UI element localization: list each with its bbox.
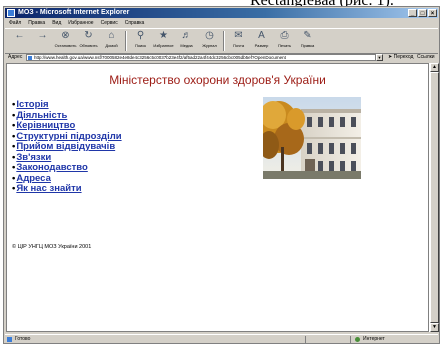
nav-link-legislation[interactable]: Законодавство [16, 162, 87, 173]
nav-link-directions[interactable]: Як нас знайти [16, 183, 81, 194]
nav-item-directions: •Як нас знайти [12, 183, 82, 194]
close-button[interactable]: × [428, 9, 437, 17]
toolbar-separator [125, 31, 127, 51]
mail-icon: ✉ [234, 30, 243, 41]
nav-link-reception[interactable]: Прийом відвідувачів [16, 141, 115, 152]
size-button[interactable]: A Размер [250, 29, 273, 53]
nav-link-activity[interactable]: Діяльність [16, 110, 67, 121]
home-icon: ⌂ [108, 30, 115, 41]
go-button[interactable]: ➤ Переход [388, 53, 413, 62]
media-icon: ♬ [181, 30, 192, 41]
status-divider [350, 336, 351, 343]
status-bar: Готово Интернет [5, 334, 438, 344]
status-text: Готово [15, 336, 31, 342]
print-button[interactable]: ⎙ Печать [273, 29, 296, 53]
edit-button[interactable]: ✎ Правка [296, 29, 319, 53]
favorites-button[interactable]: ★ Избранное [152, 29, 175, 53]
done-page-icon [7, 337, 12, 342]
nav-link-leadership[interactable]: Керівництво [16, 120, 75, 131]
scroll-up-icon[interactable]: ▲ [430, 63, 439, 72]
text-size-icon: A [258, 30, 265, 41]
page-content: Міністерство охорони здоров'я України •І… [6, 63, 429, 332]
mail-label: Почта [232, 43, 245, 48]
edit-icon: ✎ [303, 30, 312, 41]
home-button[interactable]: ⌂ Домой [100, 29, 123, 53]
title-bar: МОЗ - Microsoft Internet Explorer _ □ × [5, 8, 438, 18]
edit-label: Правка [300, 43, 315, 48]
toolbar: ← → ⊗ Остановить ↻ Обновить ⌂ Домой ⚲ По… [5, 28, 438, 54]
scroll-down-icon[interactable]: ▼ [430, 323, 439, 332]
history-label: Журнал [202, 43, 217, 48]
ie-icon [7, 9, 15, 17]
menu-edit[interactable]: Правка [28, 19, 45, 27]
status-divider [305, 336, 306, 343]
toolbar-separator [223, 31, 225, 51]
history-button[interactable]: ◷ Журнал [198, 29, 221, 53]
window-title: МОЗ - Microsoft Internet Explorer [18, 9, 130, 16]
home-label: Домой [105, 43, 118, 48]
address-url: http://www.health.gov.ua/www.nsf/7000582… [34, 55, 286, 60]
stop-label: Остановить [54, 43, 77, 48]
back-button[interactable]: ← [8, 29, 31, 53]
search-icon: ⚲ [136, 30, 145, 41]
menu-help[interactable]: Справка [125, 19, 145, 27]
menu-view[interactable]: Вид [52, 19, 61, 27]
maximize-button[interactable]: □ [418, 9, 427, 17]
favorites-label: Избранное [153, 43, 174, 48]
media-label: Медиа [180, 43, 193, 48]
menu-favorites[interactable]: Избранное [68, 19, 93, 27]
forward-button[interactable]: → [31, 29, 54, 53]
links-button[interactable]: Ссылки [417, 53, 435, 62]
zone-text: Интернет [363, 336, 385, 342]
print-icon: ⎙ [280, 30, 289, 41]
address-dropdown-icon[interactable]: ▼ [376, 54, 383, 61]
stop-button[interactable]: ⊗ Остановить [54, 29, 77, 53]
browser-window: МОЗ - Microsoft Internet Explorer _ □ × … [3, 6, 440, 344]
menu-bar: Файл Правка Вид Избранное Сервис Справка [5, 19, 438, 27]
building-photo [263, 97, 361, 179]
mail-button[interactable]: ✉ Почта [227, 29, 250, 53]
address-input[interactable]: http://www.health.gov.ua/www.nsf/7000582… [26, 54, 376, 61]
nav-link-divisions[interactable]: Структурні підрозділи [16, 131, 121, 142]
minimize-button[interactable]: _ [408, 9, 417, 17]
search-label: Поиск [134, 43, 147, 48]
refresh-label: Обновить [79, 43, 98, 48]
menu-tools[interactable]: Сервис [101, 19, 118, 27]
print-label: Печать [277, 43, 292, 48]
forward-arrow-icon: → [37, 30, 48, 41]
stop-icon: ⊗ [61, 30, 70, 41]
favorites-icon: ★ [159, 30, 168, 41]
nav-link-address[interactable]: Адреса [16, 173, 51, 184]
nav-link-contacts[interactable]: Зв'язки [16, 152, 51, 163]
address-label: Адрес [8, 54, 23, 60]
menu-file[interactable]: Файл [9, 19, 21, 27]
nav-link-history[interactable]: Історія [16, 99, 48, 110]
media-button[interactable]: ♬ Медиа [175, 29, 198, 53]
internet-zone-icon [355, 337, 360, 342]
scroll-thumb[interactable] [430, 72, 439, 323]
refresh-icon: ↻ [84, 30, 93, 41]
history-icon: ◷ [205, 30, 214, 41]
size-label: Размер [254, 43, 269, 48]
site-nav: •Історія •Діяльність •Керівництво •Струк… [12, 99, 122, 195]
refresh-button[interactable]: ↻ Обновить [77, 29, 100, 53]
copyright-text: © ЦІР УНГЦ МОЗ України 2001 [12, 244, 92, 250]
back-arrow-icon: ← [14, 30, 25, 41]
page-icon [28, 55, 32, 60]
page-title: Міністерство охорони здоров'я України [109, 73, 326, 87]
address-bar: Адрес http://www.health.gov.ua/www.nsf/7… [5, 53, 438, 62]
vertical-scrollbar[interactable]: ▲ ▼ [429, 63, 439, 332]
search-button[interactable]: ⚲ Поиск [129, 29, 152, 53]
